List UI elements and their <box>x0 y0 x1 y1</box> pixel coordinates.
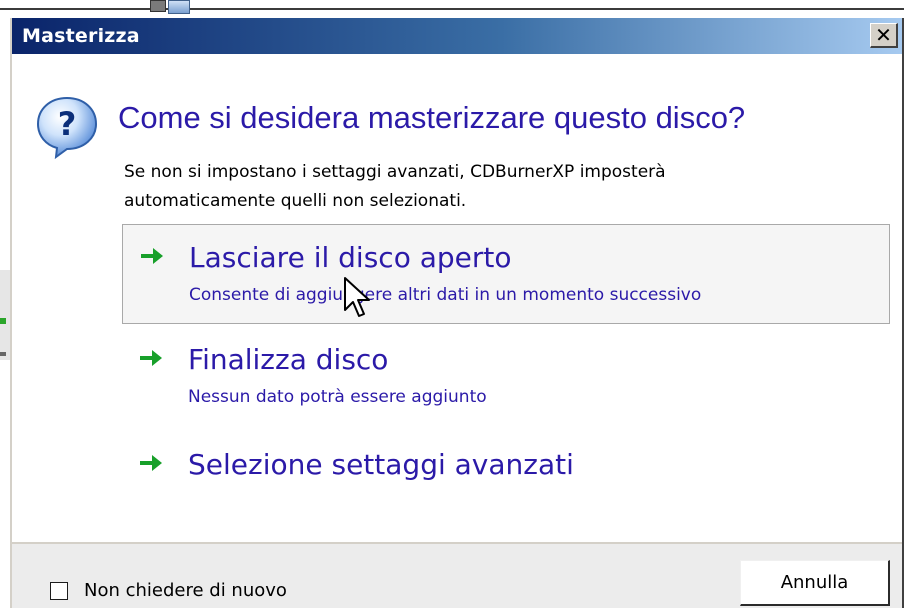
option-subtitle: Consente di aggiungere altri dati in un … <box>189 285 702 305</box>
background-window-fragment <box>0 270 10 360</box>
screen: Masterizza ✕ ? Come si desidera masteriz… <box>0 0 904 608</box>
background-window-edge <box>0 8 904 10</box>
close-icon: ✕ <box>875 23 892 47</box>
close-button[interactable]: ✕ <box>870 23 898 48</box>
dialog-content: ? Come si desidera masterizzare questo d… <box>12 54 902 608</box>
background-status-icon <box>0 318 6 324</box>
green-arrow-icon <box>140 455 162 471</box>
dialog-heading: Come si desidera masterizzare questo dis… <box>118 100 746 135</box>
window-title: Masterizza <box>22 25 140 47</box>
description-line: automaticamente quelli non selezionati. <box>124 191 467 211</box>
background-toolbar-icon <box>150 0 166 12</box>
dont-ask-again-checkbox[interactable] <box>50 582 68 600</box>
option-leave-disc-open[interactable]: Lasciare il disco aperto Consente di agg… <box>122 224 890 324</box>
mouse-cursor-icon <box>344 277 370 317</box>
option-subtitle: Nessun dato potrà essere aggiunto <box>188 387 487 407</box>
option-advanced-settings[interactable]: Selezione settaggi avanzati <box>122 432 890 532</box>
burn-dialog: Masterizza ✕ ? Come si desidera masteriz… <box>10 18 904 608</box>
option-title: Selezione settaggi avanzati <box>188 448 574 481</box>
svg-text:?: ? <box>58 105 77 143</box>
cancel-button[interactable]: Annulla <box>740 560 890 606</box>
dialog-description: Se non si impostano i settaggi avanzati,… <box>124 158 824 216</box>
option-title: Lasciare il disco aperto <box>189 241 512 274</box>
option-finalize-disc[interactable]: Finalizza disco Nessun dato potrà essere… <box>122 327 890 427</box>
background-folder-icon <box>168 0 190 14</box>
description-line: Se non si impostano i settaggi avanzati,… <box>124 162 666 182</box>
green-arrow-icon <box>141 248 163 264</box>
option-title: Finalizza disco <box>188 343 389 376</box>
dont-ask-again-label[interactable]: Non chiedere di nuovo <box>84 580 287 601</box>
title-bar[interactable]: Masterizza ✕ <box>12 18 902 54</box>
green-arrow-icon <box>140 350 162 366</box>
dialog-footer: Non chiedere di nuovo Annulla <box>12 544 902 608</box>
background-marker <box>0 352 6 356</box>
question-icon: ? <box>36 96 98 160</box>
